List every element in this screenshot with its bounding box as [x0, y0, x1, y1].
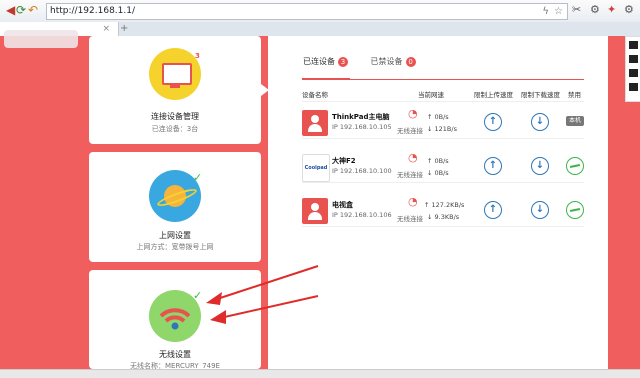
signal-icon: ◔	[408, 107, 418, 120]
download-speed: ↓ 0B/s	[427, 169, 449, 177]
device-name: 大神F2	[332, 157, 356, 165]
download-limit-button[interactable]: ↓	[531, 201, 549, 219]
tab-blocked[interactable]: 已禁设备 0	[371, 57, 416, 67]
upload-limit-button[interactable]: ↑	[484, 157, 502, 175]
col-disable: 禁用	[568, 91, 581, 99]
device-ip: IP 192.168.10.105	[332, 123, 392, 131]
upload-speed: ↑ 0B/s	[427, 157, 449, 165]
blocked-count: 0	[405, 57, 416, 67]
connected-count: 3	[338, 57, 348, 67]
connection-type: 无线连接	[397, 171, 423, 179]
person-avatar-icon	[302, 110, 328, 136]
upload-speed: ↑ 0B/s	[427, 113, 449, 121]
signal-icon: ◔	[408, 151, 418, 164]
col-down-limit: 限制下载速度	[521, 91, 560, 99]
download-speed: ↓ 9.3KB/s	[427, 213, 460, 221]
device-name: 电视盒	[332, 201, 353, 209]
upload-limit-button[interactable]: ↑	[484, 113, 502, 131]
download-speed: ↓ 121B/s	[427, 125, 457, 133]
table-row: Coolpad 大神F2 IP 192.168.10.100 ◔ 无线连接 ↑ …	[302, 147, 584, 183]
person-avatar-icon	[302, 198, 328, 224]
coolpad-logo-icon: Coolpad	[302, 154, 330, 182]
table-row: 电视盒 IP 192.168.10.106 ◔ 无线连接 ↑ 127.2KB/s…	[302, 191, 584, 227]
table-row: ThinkPad主电脑 IP 192.168.10.105 ◔ 无线连接 ↑ 0…	[302, 103, 584, 139]
col-device-name: 设备名称	[302, 91, 328, 99]
device-tabs: 已连设备 3 已禁设备 0	[303, 56, 416, 67]
connection-type: 无线连接	[397, 127, 423, 135]
device-ip: IP 192.168.10.106	[332, 211, 392, 219]
col-speed: 当前网速	[418, 91, 444, 99]
this-device-badge: 本机	[566, 116, 584, 126]
download-limit-button[interactable]: ↓	[531, 157, 549, 175]
col-up-limit: 限制上传速度	[474, 91, 513, 99]
header-divider	[302, 101, 584, 102]
disable-button[interactable]	[566, 157, 584, 175]
tab-connected[interactable]: 已连设备 3	[303, 57, 348, 67]
tab-selected-indicator	[302, 78, 350, 80]
download-limit-button[interactable]: ↓	[531, 113, 549, 131]
signal-icon: ◔	[408, 195, 418, 208]
device-name: ThinkPad主电脑	[332, 113, 390, 121]
upload-limit-button[interactable]: ↑	[484, 201, 502, 219]
disable-button[interactable]	[566, 201, 584, 219]
connection-type: 无线连接	[397, 215, 423, 223]
device-ip: IP 192.168.10.100	[332, 167, 392, 175]
upload-speed: ↑ 127.2KB/s	[424, 201, 465, 209]
